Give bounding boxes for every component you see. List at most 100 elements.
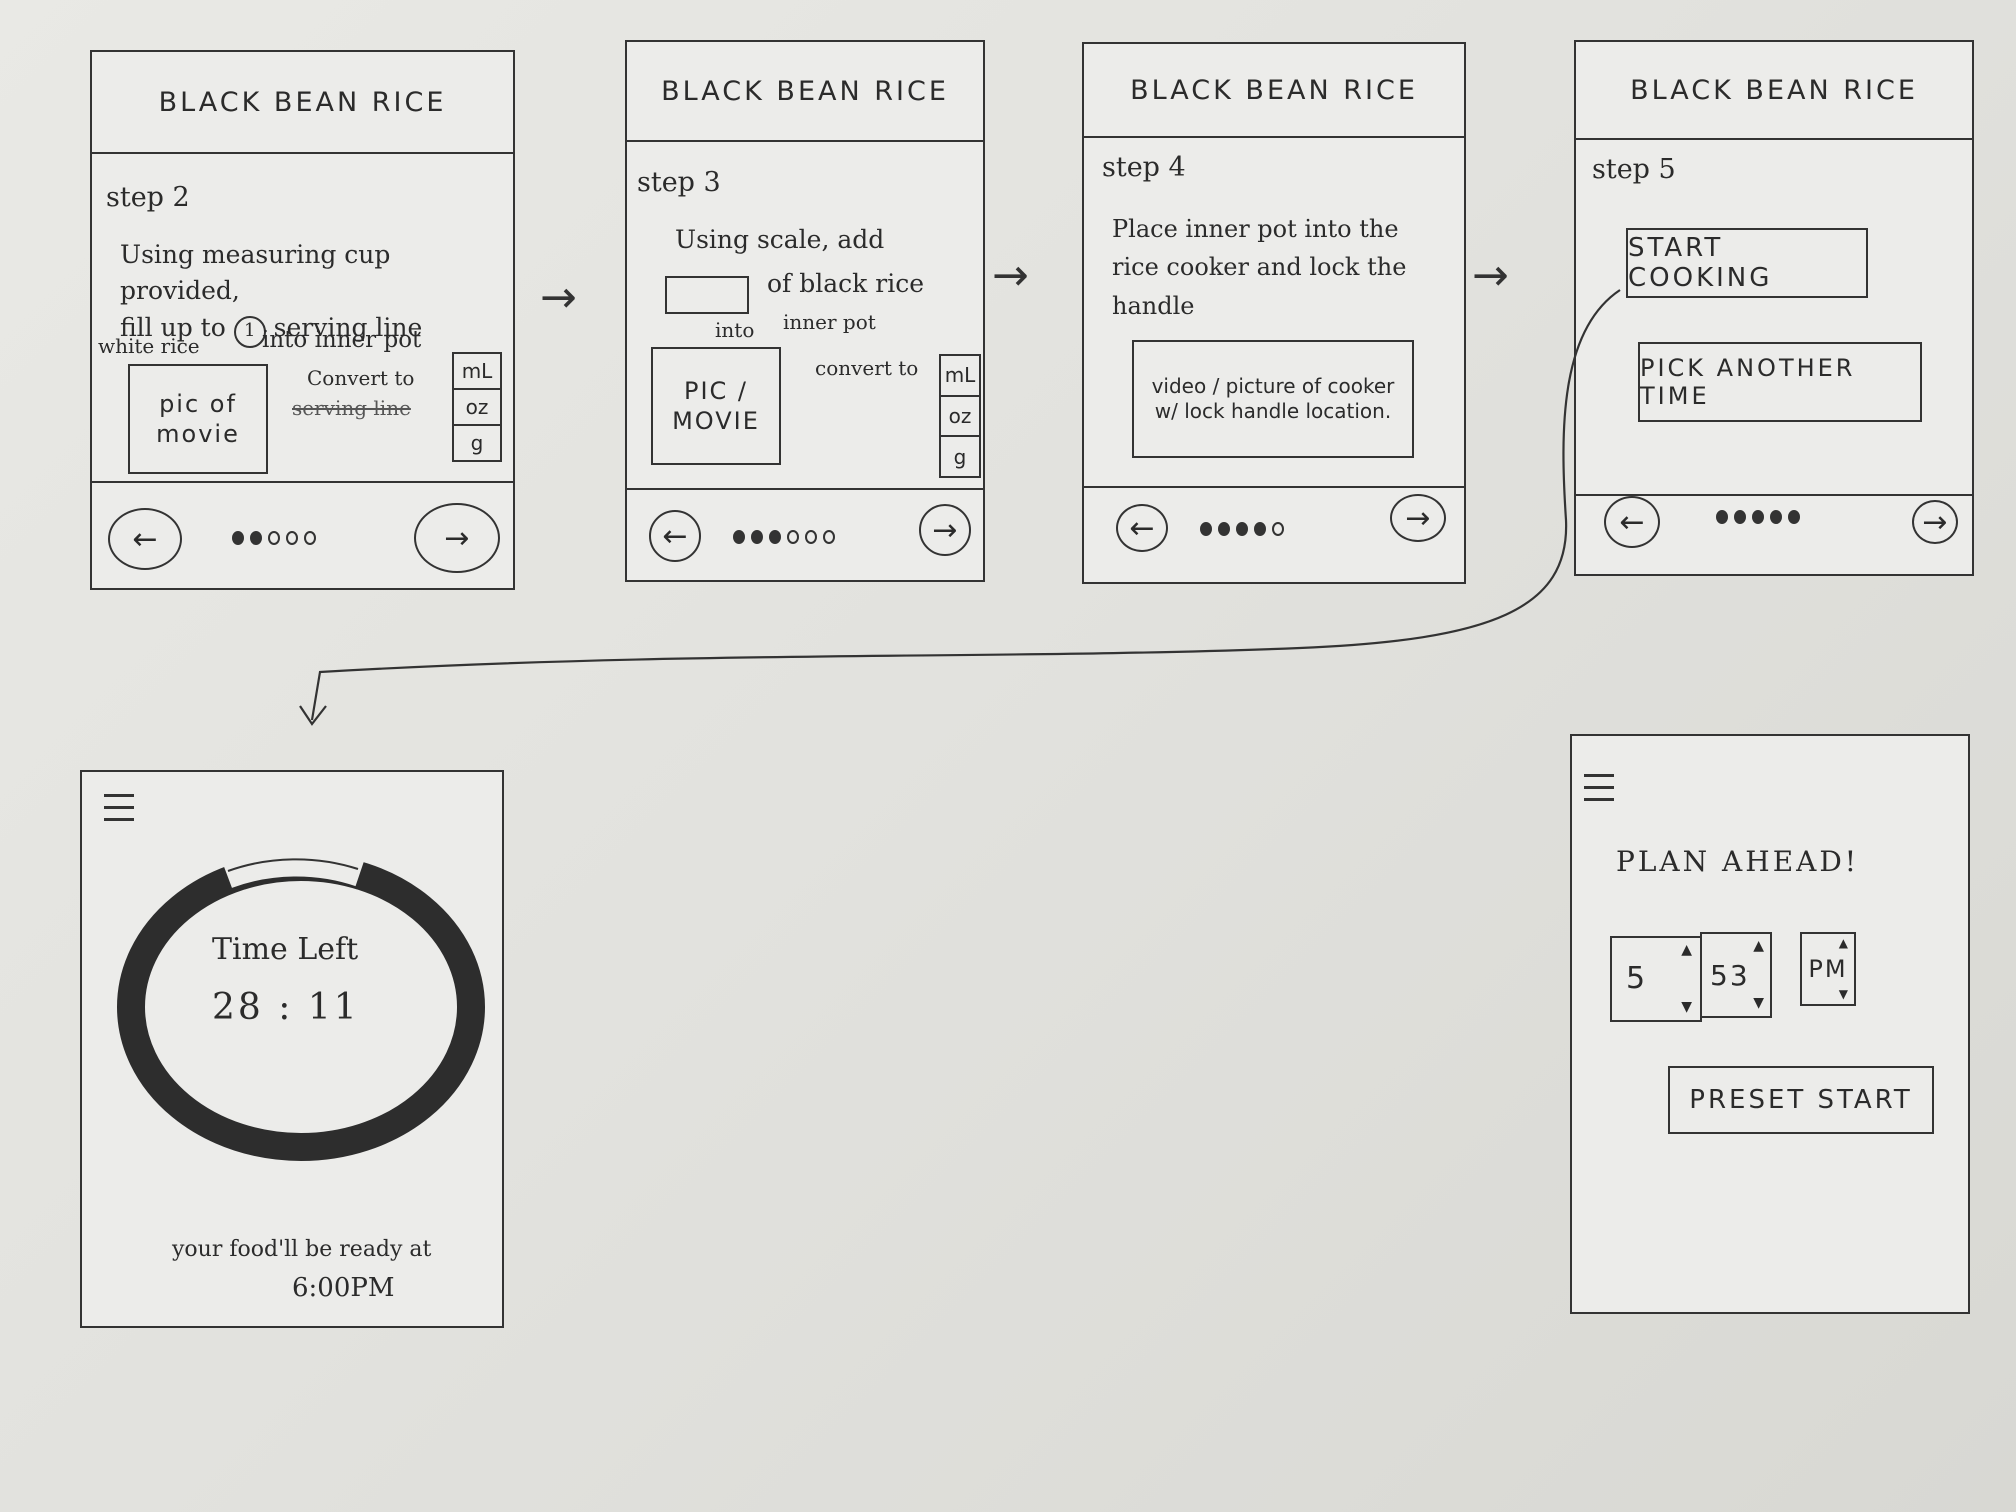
prev-button[interactable]: ← [108, 508, 182, 570]
weight-input[interactable] [665, 276, 749, 314]
progress-dot [823, 530, 835, 544]
preset-start-button[interactable]: PRESET START [1668, 1066, 1934, 1134]
nav-footer: ← → [627, 488, 983, 580]
progress-dot [1752, 510, 1764, 524]
screen-step-2: BLACK BEAN RICE step 2 Using measuring c… [90, 50, 515, 590]
start-cooking-button[interactable]: START COOKING [1626, 228, 1868, 298]
progress-dot [250, 531, 262, 545]
time-remaining: 28 : 11 [212, 987, 360, 1028]
progress-dots [232, 531, 316, 545]
time-left-label: Time Left [212, 932, 359, 967]
instruction-line-1: Place inner pot into the [1112, 215, 1399, 243]
screen-title: BLACK BEAN RICE [92, 52, 513, 154]
progress-dot [1272, 522, 1284, 536]
pick-another-time-button[interactable]: PICK ANOTHER TIME [1638, 342, 1922, 422]
step-label: step 3 [637, 167, 721, 198]
unit-oz-option[interactable]: oz [454, 390, 500, 426]
prev-button[interactable]: ← [649, 510, 701, 562]
next-button[interactable]: → [919, 504, 971, 556]
progress-dot [1236, 522, 1248, 536]
progress-dots [1200, 522, 1284, 536]
progress-dot [733, 530, 745, 544]
screen-step-4: BLACK BEAN RICE step 4 Place inner pot i… [1082, 42, 1466, 584]
hour-up-icon[interactable]: ▲ [1681, 942, 1694, 960]
strikethrough-text: serving line [292, 396, 411, 420]
flow-arrow-3: → [1472, 250, 1509, 301]
instruction-line-1: Using scale, add [675, 225, 885, 254]
into-label: into [715, 318, 755, 342]
unit-ml-option[interactable]: mL [454, 354, 500, 390]
progress-dot [769, 530, 781, 544]
progress-dots [733, 530, 835, 544]
instruction-line-2: of black rice [767, 269, 924, 298]
progress-dot [1254, 522, 1266, 536]
ready-text: your food'll be ready at [172, 1237, 432, 1262]
screen-timer: Time Left 28 : 11 your food'll be ready … [80, 770, 504, 1328]
ready-time: 6:00PM [292, 1273, 395, 1303]
convert-label: convert to [815, 356, 919, 380]
unit-oz-option[interactable]: oz [941, 397, 979, 438]
step-label: step 4 [1102, 152, 1186, 183]
next-button[interactable]: → [1912, 500, 1958, 544]
ampm-down-icon[interactable]: ▼ [1839, 987, 1850, 1002]
progress-dot [304, 531, 316, 545]
hour-stepper[interactable]: 5 ▲ ▼ [1610, 936, 1702, 1022]
hour-value: 5 [1626, 961, 1648, 997]
progress-dot [751, 530, 763, 544]
flow-arrow-1: → [540, 272, 577, 323]
ampm-up-icon[interactable]: ▲ [1839, 936, 1850, 951]
progress-dot [805, 530, 817, 544]
unit-selector[interactable]: mL oz g [452, 352, 502, 462]
minute-stepper[interactable]: 53 ▲ ▼ [1700, 932, 1772, 1018]
caption-text: white rice [98, 334, 200, 358]
nav-footer: ← → [92, 481, 513, 588]
unit-g-option[interactable]: g [941, 437, 979, 476]
minute-up-icon[interactable]: ▲ [1753, 938, 1766, 956]
progress-dot [787, 530, 799, 544]
ampm-value: PM [1808, 955, 1848, 983]
prev-button[interactable]: ← [1116, 504, 1168, 552]
screen-step-5: BLACK BEAN RICE step 5 START COOKING PIC… [1574, 40, 1974, 576]
step-label: step 5 [1592, 154, 1676, 185]
step-label: step 2 [106, 182, 190, 213]
ampm-stepper[interactable]: PM ▲ ▼ [1800, 932, 1856, 1006]
instruction-line-3: handle [1112, 291, 1195, 320]
unit-g-option[interactable]: g [454, 426, 500, 460]
flow-arrow-2: → [992, 250, 1029, 301]
progress-dot [1218, 522, 1230, 536]
unit-selector[interactable]: mL oz g [939, 354, 981, 478]
hamburger-menu-icon[interactable] [104, 794, 134, 830]
progress-dot [1200, 522, 1212, 536]
instruction-line-4: into inner pot [262, 327, 422, 353]
progress-dot [1770, 510, 1782, 524]
instruction-line-3: inner pot [783, 310, 876, 334]
next-button[interactable]: → [414, 503, 500, 573]
next-button[interactable]: → [1390, 494, 1446, 542]
progress-dot [286, 531, 298, 545]
plan-ahead-title: PLAN AHEAD! [1616, 845, 1860, 878]
screen-title: BLACK BEAN RICE [1576, 42, 1972, 140]
hour-down-icon[interactable]: ▼ [1681, 999, 1694, 1017]
screen-step-3: BLACK BEAN RICE step 3 Using scale, add … [625, 40, 985, 582]
unit-ml-option[interactable]: mL [941, 356, 979, 397]
serving-number-badge: 1 [233, 315, 266, 348]
progress-dot [268, 531, 280, 545]
media-placeholder: pic of movie [128, 364, 268, 474]
progress-dot [1788, 510, 1800, 524]
screen-title: BLACK BEAN RICE [627, 42, 983, 142]
hamburger-menu-icon[interactable] [1584, 774, 1614, 810]
minute-value: 53 [1710, 958, 1750, 992]
convert-label: Convert to [307, 366, 415, 390]
media-placeholder: PIC / MOVIE [651, 347, 781, 465]
progress-dot [1734, 510, 1746, 524]
progress-dot [1716, 510, 1728, 524]
nav-footer: ← → [1084, 486, 1464, 582]
nav-footer: ← → [1576, 494, 1972, 574]
prev-button[interactable]: ← [1604, 496, 1660, 548]
instruction-line-1: Using measuring cup provided, [120, 240, 391, 306]
video-placeholder: video / picture of cooker w/ lock handle… [1132, 340, 1414, 458]
instruction-text: Place inner pot into the rice cooker and… [1112, 210, 1462, 325]
screen-title: BLACK BEAN RICE [1084, 44, 1464, 138]
screen-plan-ahead: PLAN AHEAD! 5 ▲ ▼ 53 ▲ ▼ PM ▲ ▼ PRESET S… [1570, 734, 1970, 1314]
minute-down-icon[interactable]: ▼ [1753, 995, 1766, 1013]
